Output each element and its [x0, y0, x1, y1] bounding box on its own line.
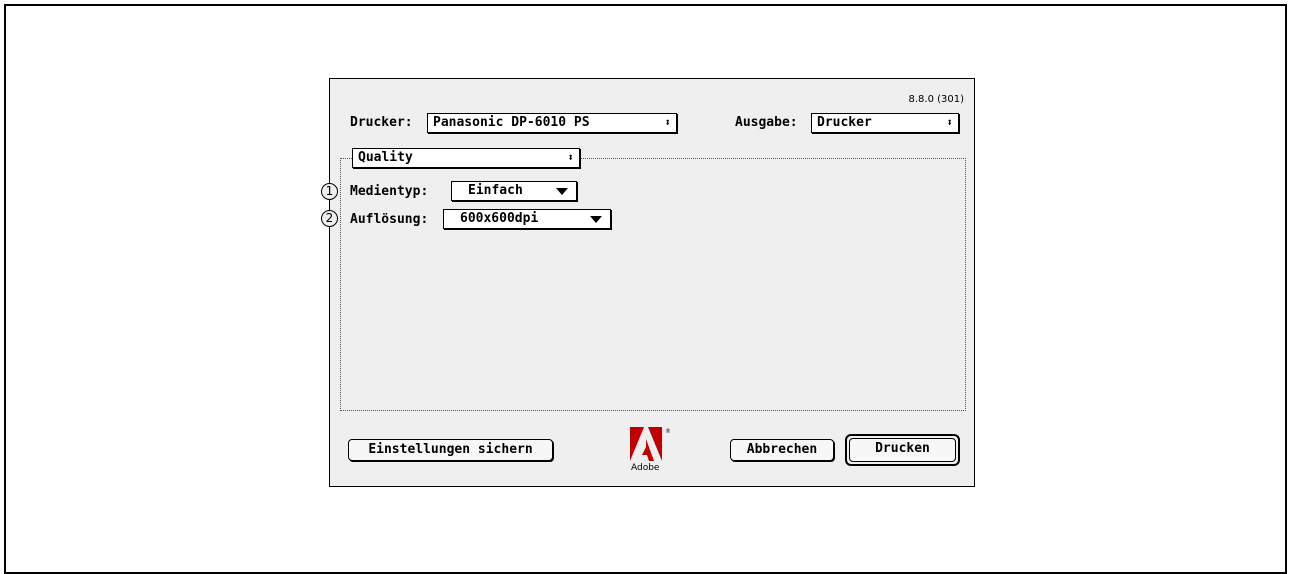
printer-popup-value: Panasonic DP-6010 PS [433, 115, 590, 130]
quality-group-box [340, 158, 966, 411]
cancel-button[interactable]: Abbrechen [730, 439, 834, 461]
triangle-down-icon [590, 216, 602, 223]
adobe-logo-icon: ® Adobe [630, 427, 670, 471]
triangle-down-icon [556, 188, 568, 195]
up-down-arrows-icon: ⬍ [946, 116, 953, 129]
printer-label: Drucker: [350, 115, 413, 130]
panel-popup[interactable]: Quality ⬍ [352, 148, 580, 168]
logo-registered: ® [665, 428, 670, 435]
resolution-dropdown[interactable]: 600x600dpi [443, 209, 611, 229]
up-down-arrows-icon: ⬍ [567, 151, 574, 164]
print-button-label: Drucken [849, 438, 956, 462]
output-popup-value: Drucker [817, 115, 872, 130]
media-type-dropdown[interactable]: Einfach [451, 181, 577, 201]
callout-1: 1 [321, 183, 338, 200]
up-down-arrows-icon: ⬍ [664, 116, 671, 129]
callout-2: 2 [321, 210, 338, 227]
resolution-label: Auflösung: [350, 212, 429, 227]
version-label: 8.8.0 (301) [908, 94, 964, 105]
media-type-label: Medientyp: [350, 184, 429, 199]
panel-popup-value: Quality [358, 150, 413, 165]
media-type-value: Einfach [468, 183, 523, 198]
logo-text: Adobe [631, 463, 660, 471]
output-label: Ausgabe: [735, 115, 798, 130]
save-settings-button[interactable]: Einstellungen sichern [348, 439, 553, 461]
printer-popup[interactable]: Panasonic DP-6010 PS ⬍ [427, 113, 677, 133]
print-dialog: 8.8.0 (301) Drucker: Panasonic DP-6010 P… [321, 78, 975, 487]
print-button[interactable]: Drucken [845, 434, 960, 466]
resolution-value: 600x600dpi [460, 211, 539, 226]
output-popup[interactable]: Drucker ⬍ [811, 113, 959, 133]
